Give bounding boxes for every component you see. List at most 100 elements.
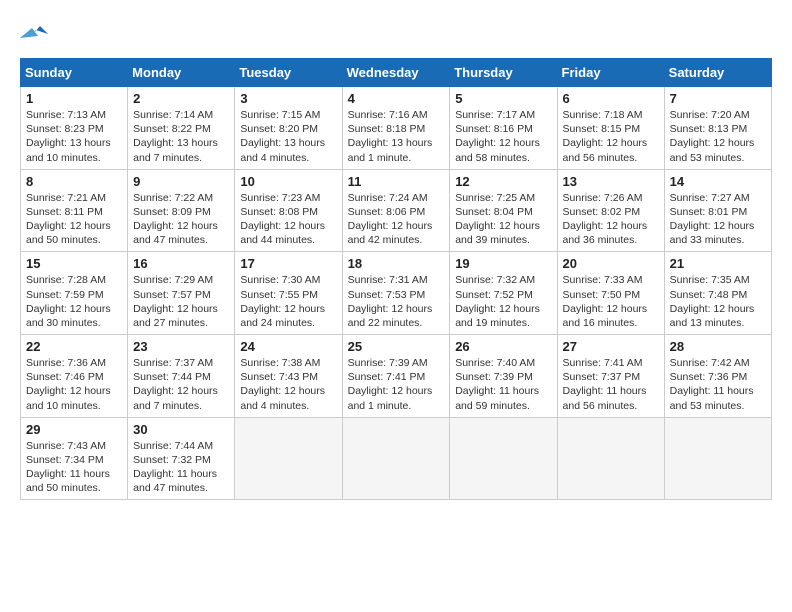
day-info: Sunrise: 7:43 AM Sunset: 7:34 PM Dayligh… xyxy=(26,439,122,496)
day-number: 15 xyxy=(26,256,122,271)
day-info: Sunrise: 7:18 AM Sunset: 8:15 PM Dayligh… xyxy=(563,108,659,165)
day-number: 8 xyxy=(26,174,122,189)
calendar-cell: 1 Sunrise: 7:13 AM Sunset: 8:23 PM Daylig… xyxy=(21,87,128,170)
calendar-cell xyxy=(235,417,342,500)
day-info: Sunrise: 7:14 AM Sunset: 8:22 PM Dayligh… xyxy=(133,108,229,165)
logo-icon xyxy=(20,20,50,48)
calendar-cell: 26 Sunrise: 7:40 AM Sunset: 7:39 PM Dayli… xyxy=(450,335,557,418)
day-number: 21 xyxy=(670,256,766,271)
calendar-cell: 24Sunrise: 7:38 AM Sunset: 7:43 PM Dayli… xyxy=(235,335,342,418)
calendar-cell: 19 Sunrise: 7:32 AM Sunset: 7:52 PM Dayli… xyxy=(450,252,557,335)
day-info: Sunrise: 7:37 AM Sunset: 7:44 PM Dayligh… xyxy=(133,356,229,413)
day-number: 7 xyxy=(670,91,766,106)
calendar-cell xyxy=(450,417,557,500)
calendar-cell xyxy=(664,417,771,500)
day-number: 23 xyxy=(133,339,229,354)
calendar-cell: 10Sunrise: 7:23 AM Sunset: 8:08 PM Dayli… xyxy=(235,169,342,252)
calendar-cell: 11 Sunrise: 7:24 AM Sunset: 8:06 PM Dayli… xyxy=(342,169,450,252)
day-info: Sunrise: 7:22 AM Sunset: 8:09 PM Dayligh… xyxy=(133,191,229,248)
day-info: Sunrise: 7:30 AM Sunset: 7:55 PM Dayligh… xyxy=(240,273,336,330)
calendar-cell: 18 Sunrise: 7:31 AM Sunset: 7:53 PM Dayli… xyxy=(342,252,450,335)
day-info: Sunrise: 7:36 AM Sunset: 7:46 PM Dayligh… xyxy=(26,356,122,413)
day-number: 13 xyxy=(563,174,659,189)
calendar-cell: 25 Sunrise: 7:39 AM Sunset: 7:41 PM Dayli… xyxy=(342,335,450,418)
day-number: 1 xyxy=(26,91,122,106)
day-number: 19 xyxy=(455,256,551,271)
calendar-cell: 4 Sunrise: 7:16 AM Sunset: 8:18 PM Daylig… xyxy=(342,87,450,170)
logo xyxy=(20,20,54,48)
day-info: Sunrise: 7:24 AM Sunset: 8:06 PM Dayligh… xyxy=(348,191,445,248)
day-info: Sunrise: 7:26 AM Sunset: 8:02 PM Dayligh… xyxy=(563,191,659,248)
day-info: Sunrise: 7:15 AM Sunset: 8:20 PM Dayligh… xyxy=(240,108,336,165)
calendar-cell: 13 Sunrise: 7:26 AM Sunset: 8:02 PM Dayli… xyxy=(557,169,664,252)
day-number: 29 xyxy=(26,422,122,437)
weekday-header-saturday: Saturday xyxy=(664,59,771,87)
calendar-cell xyxy=(342,417,450,500)
day-info: Sunrise: 7:21 AM Sunset: 8:11 PM Dayligh… xyxy=(26,191,122,248)
day-info: Sunrise: 7:17 AM Sunset: 8:16 PM Dayligh… xyxy=(455,108,551,165)
day-info: Sunrise: 7:40 AM Sunset: 7:39 PM Dayligh… xyxy=(455,356,551,413)
day-number: 27 xyxy=(563,339,659,354)
day-number: 25 xyxy=(348,339,445,354)
day-info: Sunrise: 7:28 AM Sunset: 7:59 PM Dayligh… xyxy=(26,273,122,330)
day-number: 5 xyxy=(455,91,551,106)
weekday-header-monday: Monday xyxy=(128,59,235,87)
calendar-cell: 7 Sunrise: 7:20 AM Sunset: 8:13 PM Daylig… xyxy=(664,87,771,170)
weekday-header-sunday: Sunday xyxy=(21,59,128,87)
calendar-cell: 3 Sunrise: 7:15 AM Sunset: 8:20 PM Daylig… xyxy=(235,87,342,170)
day-number: 28 xyxy=(670,339,766,354)
day-number: 11 xyxy=(348,174,445,189)
calendar-cell: 17 Sunrise: 7:30 AM Sunset: 7:55 PM Dayli… xyxy=(235,252,342,335)
day-number: 18 xyxy=(348,256,445,271)
day-number: 20 xyxy=(563,256,659,271)
day-info: Sunrise: 7:23 AM Sunset: 8:08 PM Dayligh… xyxy=(240,191,336,248)
calendar-week-1: 1 Sunrise: 7:13 AM Sunset: 8:23 PM Daylig… xyxy=(21,87,772,170)
calendar-week-4: 22 Sunrise: 7:36 AM Sunset: 7:46 PM Dayli… xyxy=(21,335,772,418)
calendar-cell: 8 Sunrise: 7:21 AM Sunset: 8:11 PM Daylig… xyxy=(21,169,128,252)
day-number: 30 xyxy=(133,422,229,437)
weekday-header-tuesday: Tuesday xyxy=(235,59,342,87)
day-info: Sunrise: 7:35 AM Sunset: 7:48 PM Dayligh… xyxy=(670,273,766,330)
day-info: Sunrise: 7:39 AM Sunset: 7:41 PM Dayligh… xyxy=(348,356,445,413)
weekday-header-wednesday: Wednesday xyxy=(342,59,450,87)
calendar-week-3: 15 Sunrise: 7:28 AM Sunset: 7:59 PM Dayli… xyxy=(21,252,772,335)
day-info: Sunrise: 7:16 AM Sunset: 8:18 PM Dayligh… xyxy=(348,108,445,165)
day-info: Sunrise: 7:29 AM Sunset: 7:57 PM Dayligh… xyxy=(133,273,229,330)
day-number: 6 xyxy=(563,91,659,106)
calendar-cell: 6 Sunrise: 7:18 AM Sunset: 8:15 PM Daylig… xyxy=(557,87,664,170)
calendar-cell: 9Sunrise: 7:22 AM Sunset: 8:09 PM Daylig… xyxy=(128,169,235,252)
weekday-header-thursday: Thursday xyxy=(450,59,557,87)
page-header xyxy=(20,20,772,48)
calendar-cell: 14Sunrise: 7:27 AM Sunset: 8:01 PM Dayli… xyxy=(664,169,771,252)
day-info: Sunrise: 7:13 AM Sunset: 8:23 PM Dayligh… xyxy=(26,108,122,165)
calendar-cell: 29 Sunrise: 7:43 AM Sunset: 7:34 PM Dayli… xyxy=(21,417,128,500)
day-info: Sunrise: 7:20 AM Sunset: 8:13 PM Dayligh… xyxy=(670,108,766,165)
day-info: Sunrise: 7:32 AM Sunset: 7:52 PM Dayligh… xyxy=(455,273,551,330)
calendar-cell: 12 Sunrise: 7:25 AM Sunset: 8:04 PM Dayli… xyxy=(450,169,557,252)
day-info: Sunrise: 7:31 AM Sunset: 7:53 PM Dayligh… xyxy=(348,273,445,330)
day-number: 3 xyxy=(240,91,336,106)
calendar-cell: 5 Sunrise: 7:17 AM Sunset: 8:16 PM Daylig… xyxy=(450,87,557,170)
calendar-cell: 28 Sunrise: 7:42 AM Sunset: 7:36 PM Dayli… xyxy=(664,335,771,418)
day-number: 2 xyxy=(133,91,229,106)
day-number: 16 xyxy=(133,256,229,271)
calendar-cell: 30 Sunrise: 7:44 AM Sunset: 7:32 PM Dayli… xyxy=(128,417,235,500)
day-number: 4 xyxy=(348,91,445,106)
day-number: 26 xyxy=(455,339,551,354)
calendar-cell: 20 Sunrise: 7:33 AM Sunset: 7:50 PM Dayli… xyxy=(557,252,664,335)
weekday-header-friday: Friday xyxy=(557,59,664,87)
day-number: 17 xyxy=(240,256,336,271)
day-info: Sunrise: 7:25 AM Sunset: 8:04 PM Dayligh… xyxy=(455,191,551,248)
weekday-header-row: SundayMondayTuesdayWednesdayThursdayFrid… xyxy=(21,59,772,87)
calendar-cell: 27Sunrise: 7:41 AM Sunset: 7:37 PM Dayli… xyxy=(557,335,664,418)
calendar-cell: 2 Sunrise: 7:14 AM Sunset: 8:22 PM Daylig… xyxy=(128,87,235,170)
calendar-table: SundayMondayTuesdayWednesdayThursdayFrid… xyxy=(20,58,772,500)
day-number: 12 xyxy=(455,174,551,189)
day-info: Sunrise: 7:38 AM Sunset: 7:43 PM Dayligh… xyxy=(240,356,336,413)
day-number: 22 xyxy=(26,339,122,354)
calendar-week-5: 29 Sunrise: 7:43 AM Sunset: 7:34 PM Dayli… xyxy=(21,417,772,500)
day-info: Sunrise: 7:42 AM Sunset: 7:36 PM Dayligh… xyxy=(670,356,766,413)
calendar-cell xyxy=(557,417,664,500)
day-info: Sunrise: 7:44 AM Sunset: 7:32 PM Dayligh… xyxy=(133,439,229,496)
day-info: Sunrise: 7:33 AM Sunset: 7:50 PM Dayligh… xyxy=(563,273,659,330)
